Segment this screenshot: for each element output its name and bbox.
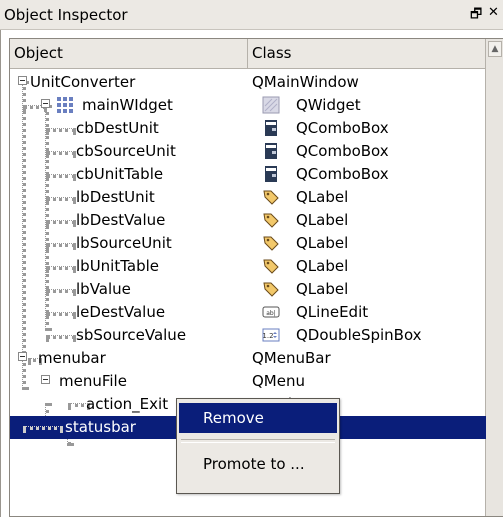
collapse-icon[interactable]: [41, 99, 50, 108]
tree-row[interactable]: lbValue QLabel: [10, 278, 486, 301]
class-name: QMenuBar: [252, 349, 331, 367]
label-tag-icon: [263, 213, 279, 228]
object-name: mainWIdget: [82, 96, 173, 114]
window-title: Object Inspector: [4, 6, 128, 24]
scroll-up-icon[interactable]: ▲: [488, 41, 502, 57]
class-name: QLineEdit: [296, 303, 369, 321]
tree-row[interactable]: lbDestValue QLabel: [10, 209, 486, 232]
combobox-icon: [265, 143, 277, 159]
tree-guide-line: [46, 289, 76, 293]
tree-row[interactable]: mainWIdget QWidget: [10, 94, 486, 117]
class-name: QLabel: [296, 257, 349, 275]
class-name: QLabel: [296, 211, 349, 229]
object-name: cbUnitTable: [76, 165, 164, 183]
tree-row[interactable]: lbSourceUnit QLabel: [10, 232, 486, 255]
object-name: UnitConverter: [30, 73, 136, 91]
svg-text:ab|: ab|: [266, 310, 276, 317]
tree-guide-line: [46, 128, 76, 132]
tree-row[interactable]: cbSourceUnit QComboBox: [10, 140, 486, 163]
tree-row[interactable]: UnitConverter QMainWindow: [10, 71, 486, 94]
object-name: lbSourceUnit: [76, 234, 172, 252]
tree-guide-line: [46, 312, 76, 316]
tree-row[interactable]: lbUnitTable QLabel: [10, 255, 486, 278]
object-name: sbSourceValue: [76, 326, 187, 344]
tree-guide-line: [46, 197, 76, 201]
class-name: QMenu: [252, 372, 305, 390]
label-tag-icon: [263, 282, 279, 297]
class-name: QComboBox: [296, 142, 389, 160]
object-name: cbSourceUnit: [76, 142, 176, 160]
lineedit-icon: ab|: [262, 306, 280, 318]
class-name: QDoubleSpinBox: [296, 326, 422, 344]
tree-guide-line: [46, 174, 76, 178]
close-icon[interactable]: ✕: [488, 5, 499, 20]
class-name: QLabel: [296, 280, 349, 298]
title-bar: Object Inspector 🗗 ✕: [0, 0, 503, 30]
label-tag-icon: [263, 190, 279, 205]
class-name: QLabel: [296, 188, 349, 206]
label-tag-icon: [263, 236, 279, 251]
object-name: lbDestValue: [76, 211, 166, 229]
widget-icon: [262, 96, 280, 114]
object-name: leDestValue: [76, 303, 166, 321]
svg-text:1.2: 1.2: [262, 332, 273, 340]
menu-item-promote-to[interactable]: Promote to ...: [179, 449, 337, 479]
collapse-icon[interactable]: [18, 76, 27, 85]
column-header-object[interactable]: Object: [10, 39, 248, 68]
tree-guide-line: [46, 335, 76, 339]
object-name: lbValue: [76, 280, 131, 298]
tree-header: Object Class: [10, 39, 486, 69]
tree-guide-line: [46, 220, 76, 224]
collapse-icon[interactable]: [18, 352, 27, 361]
menu-item-remove[interactable]: Remove: [179, 403, 337, 433]
object-name: statusbar: [65, 418, 136, 436]
column-header-class[interactable]: Class: [248, 39, 486, 68]
class-name: QComboBox: [296, 165, 389, 183]
combobox-icon: [265, 166, 277, 182]
combobox-icon: [265, 120, 277, 136]
tree-row[interactable]: menubar QMenuBar: [10, 347, 486, 370]
vertical-scrollbar[interactable]: ▲: [485, 39, 503, 516]
class-name: QLabel: [296, 234, 349, 252]
label-tag-icon: [263, 259, 279, 274]
tree-guide-line: [46, 243, 76, 247]
object-name: menuFile: [59, 372, 127, 390]
tree-guide-line: [46, 151, 76, 155]
widget-grid-icon: [57, 97, 73, 113]
object-name: lbDestUnit: [76, 188, 155, 206]
class-name: QComboBox: [296, 119, 389, 137]
object-name: cbDestUnit: [76, 119, 159, 137]
tree-row[interactable]: cbUnitTable QComboBox: [10, 163, 486, 186]
object-name: action_Exit: [86, 395, 169, 413]
class-name: QMainWindow: [252, 73, 359, 91]
menu-separator: [181, 439, 335, 443]
tree-row[interactable]: cbDestUnit QComboBox: [10, 117, 486, 140]
tree-row[interactable]: lbDestUnit QLabel: [10, 186, 486, 209]
tree-guide-line: [23, 426, 63, 430]
tree-guide-line: [46, 266, 76, 270]
tree-row[interactable]: menuFile QMenu: [10, 370, 486, 393]
collapse-icon[interactable]: [41, 375, 50, 384]
class-name: QWidget: [296, 96, 361, 114]
context-menu: Remove Promote to ...: [176, 398, 340, 494]
tree-row[interactable]: sbSourceValue 1.2 QDoubleSpinBox: [10, 324, 486, 347]
tree-row[interactable]: leDestValue ab| QLineEdit: [10, 301, 486, 324]
float-icon[interactable]: 🗗: [470, 5, 482, 27]
object-name: menubar: [38, 349, 106, 367]
spinbox-icon: 1.2: [262, 328, 280, 342]
object-inspector-window: Object Inspector 🗗 ✕ Object Class ▲ Unit…: [0, 0, 503, 517]
object-name: lbUnitTable: [76, 257, 160, 275]
